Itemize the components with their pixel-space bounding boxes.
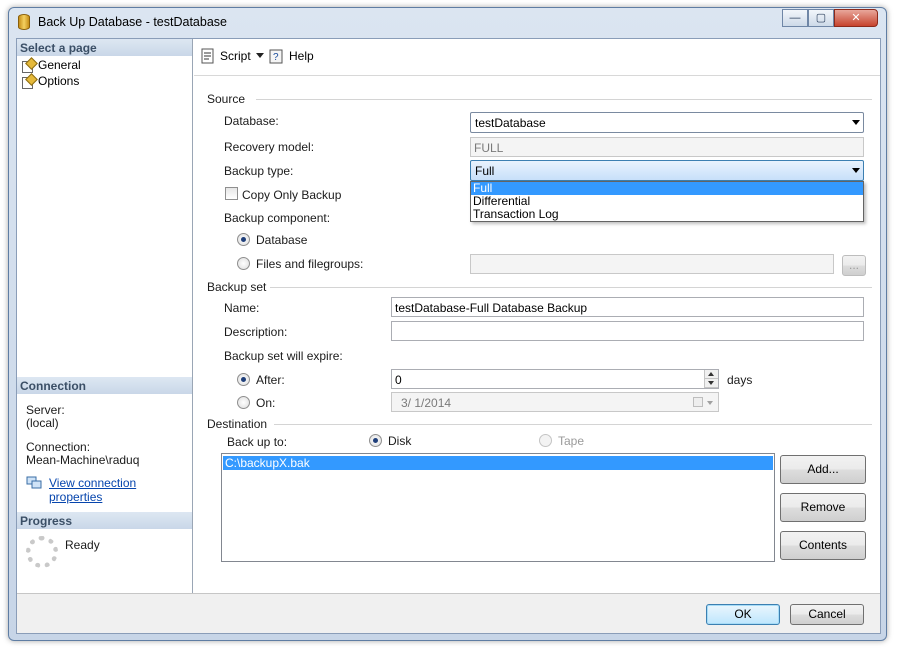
description-input[interactable] [391, 321, 864, 341]
calendar-icon[interactable] [693, 397, 703, 407]
recovery-model-label: Recovery model: [224, 140, 315, 154]
destination-group-label: Destination [207, 417, 268, 431]
chevron-down-icon [852, 168, 860, 173]
title-bar[interactable]: Back Up Database - testDatabase — ▢ ✕ [9, 8, 888, 38]
expire-after-input[interactable]: 0 [391, 369, 719, 389]
help-button[interactable]: ? Help [269, 48, 314, 64]
server-value: (local) [26, 416, 59, 430]
connection-value: Mean-Machine\raduq [26, 453, 140, 467]
expire-on-radio[interactable] [237, 396, 250, 409]
ok-button[interactable]: OK [706, 604, 780, 625]
disk-radio[interactable] [369, 434, 382, 447]
contents-button[interactable]: Contents [780, 531, 866, 560]
days-label: days [727, 373, 753, 387]
backup-set-divider [270, 287, 872, 288]
backup-type-select-value: Full [475, 164, 495, 178]
component-files-radio[interactable] [237, 257, 250, 270]
copy-only-checkbox[interactable] [225, 187, 238, 200]
backup-name-input[interactable]: testDatabase-Full Database Backup [391, 297, 864, 317]
backup-type-select[interactable]: Full [470, 160, 864, 181]
browse-filegroups-button[interactable]: ... [842, 255, 866, 276]
close-button[interactable]: ✕ [834, 9, 878, 27]
back-up-to-label: Back up to: [227, 435, 288, 449]
cancel-button[interactable]: Cancel [790, 604, 864, 625]
chevron-down-icon [852, 120, 860, 125]
destination-divider [274, 424, 872, 425]
remove-button[interactable]: Remove [780, 493, 866, 522]
connection-header: Connection [17, 377, 192, 394]
chevron-down-icon[interactable] [707, 401, 713, 405]
filegroups-field [470, 254, 834, 274]
expire-on-label[interactable]: On: [256, 396, 275, 410]
maximize-button[interactable]: ▢ [808, 9, 834, 27]
disk-label[interactable]: Disk [388, 434, 411, 448]
spin-up-icon[interactable] [705, 370, 718, 379]
component-database-label[interactable]: Database [256, 233, 307, 247]
page-icon [21, 59, 35, 73]
backup-dialog-window: Back Up Database - testDatabase — ▢ ✕ Se… [8, 7, 887, 641]
database-label: Database: [224, 114, 279, 128]
select-page-header: Select a page [17, 39, 192, 56]
script-dropdown-chevron-icon[interactable] [256, 53, 264, 58]
page-options-label: Options [38, 74, 80, 88]
right-pane: Script ? Help Source Database: testDatab… [194, 39, 880, 593]
expire-after-radio[interactable] [237, 373, 250, 386]
minimize-button[interactable]: — [782, 9, 808, 27]
database-select-value: testDatabase [475, 116, 546, 130]
script-icon [201, 48, 214, 64]
script-button[interactable]: Script [200, 48, 251, 64]
help-label: Help [289, 49, 314, 63]
recovery-model-field: FULL [470, 137, 864, 157]
description-label: Description: [224, 325, 288, 339]
page-icon [21, 75, 35, 89]
add-button[interactable]: Add... [780, 455, 866, 484]
backup-component-label: Backup component: [224, 211, 331, 225]
expire-after-value: 0 [395, 373, 402, 387]
list-item[interactable]: C:\backupX.bak [223, 456, 773, 470]
page-options[interactable]: Options [21, 73, 79, 89]
expire-after-spinner[interactable] [704, 370, 718, 388]
source-group-label: Source [207, 92, 246, 106]
backup-set-group-label: Backup set [207, 280, 267, 294]
window-title: Back Up Database - testDatabase [38, 15, 227, 29]
component-database-radio[interactable] [237, 233, 250, 246]
toolbar: Script ? Help [194, 39, 880, 76]
svg-text:?: ? [273, 52, 279, 63]
name-label: Name: [224, 301, 260, 315]
tape-label[interactable]: Tape [558, 434, 584, 448]
dialog-footer: OK Cancel [17, 593, 880, 633]
script-label: Script [220, 49, 251, 63]
component-files-label[interactable]: Files and filegroups: [256, 257, 363, 271]
server-label: Server: [26, 403, 65, 417]
destination-list[interactable]: C:\backupX.bak [221, 453, 775, 562]
expire-label: Backup set will expire: [224, 349, 343, 363]
source-divider [256, 99, 872, 100]
tape-radio[interactable] [539, 434, 552, 447]
progress-header: Progress [17, 512, 192, 529]
connection-properties-icon [26, 476, 42, 489]
expire-on-value: 3/ 1/2014 [401, 396, 452, 410]
dialog-client-area: Select a page General Options Connection… [16, 38, 881, 634]
view-connection-properties-link[interactable]: View connection properties [49, 476, 192, 504]
spin-down-icon[interactable] [705, 379, 718, 388]
expire-on-date-picker[interactable]: 3/ 1/2014 [391, 392, 719, 412]
database-select[interactable]: testDatabase [470, 112, 864, 133]
progress-spinner-icon [26, 536, 58, 568]
help-icon: ? [269, 49, 283, 64]
backup-type-label: Backup type: [224, 164, 294, 178]
copy-only-label[interactable]: Copy Only Backup [242, 188, 341, 202]
database-icon [18, 14, 30, 30]
page-general-label: General [38, 58, 81, 72]
left-pane: Select a page General Options Connection… [17, 39, 193, 593]
dropdown-option-transaction-log[interactable]: Transaction Log [471, 208, 863, 221]
progress-status: Ready [65, 538, 100, 552]
page-general[interactable]: General [21, 57, 81, 73]
expire-after-label[interactable]: After: [256, 373, 285, 387]
connection-label: Connection: [26, 440, 91, 454]
backup-type-dropdown[interactable]: Full Differential Transaction Log [470, 181, 864, 222]
